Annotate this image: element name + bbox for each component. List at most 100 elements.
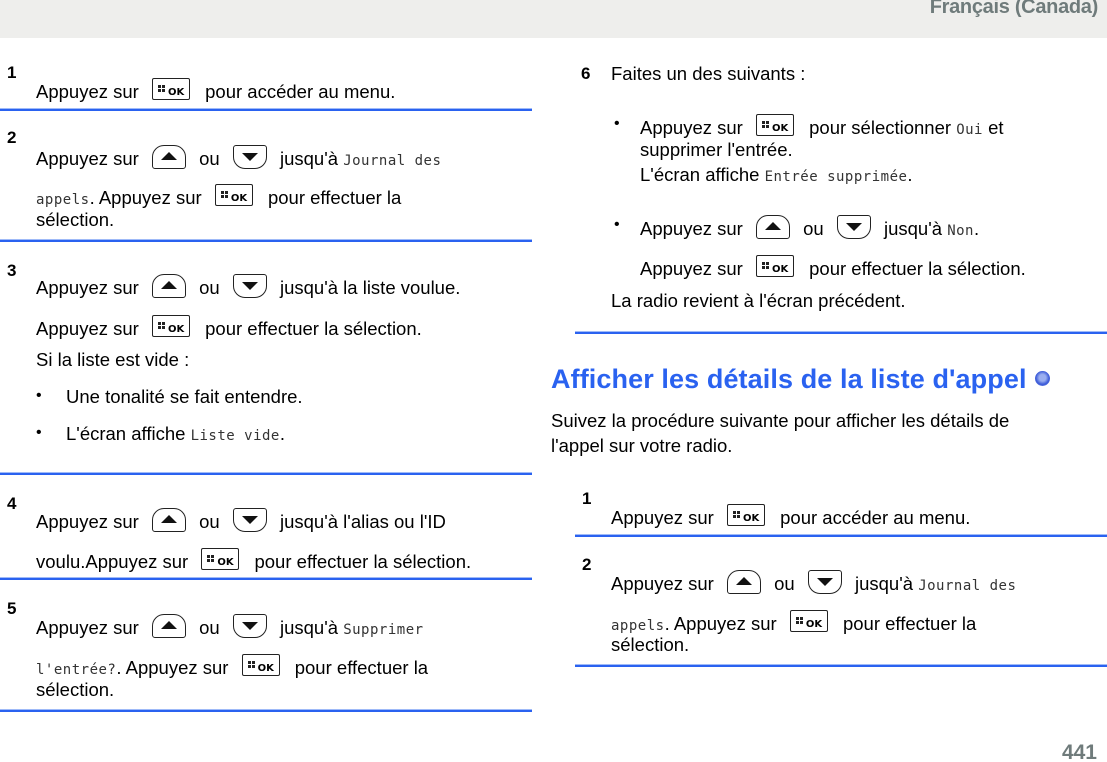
text: Appuyez sur — [36, 148, 139, 169]
step-divider — [575, 534, 1107, 537]
display-text: Oui — [956, 122, 983, 138]
text: ou — [199, 617, 220, 638]
text: . Appuyez sur — [89, 187, 202, 208]
step-text: Faites un des suivants : — [611, 63, 806, 84]
up-arrow-key-icon — [151, 614, 186, 638]
bullet-text: supprimer l'entrée. — [640, 139, 793, 160]
text: pour effectuer la sélection. — [809, 258, 1026, 279]
text: Appuyez sur — [640, 117, 743, 138]
bullet-icon: • — [36, 387, 42, 404]
display-text: Supprimer — [343, 622, 424, 638]
step-text: sélection. — [36, 209, 115, 230]
menu-ok-key-icon: OK — [755, 255, 794, 277]
up-arrow-key-icon — [726, 570, 761, 594]
text: . — [279, 423, 285, 444]
menu-ok-key-icon: OK — [201, 548, 240, 570]
text: ou — [199, 511, 220, 532]
step-text: Appuyez sur OK pour accéder au menu. — [611, 504, 970, 529]
ok-label: OK — [771, 123, 789, 134]
text: Appuyez sur — [36, 617, 139, 638]
text: Appuyez sur — [611, 573, 714, 594]
step-number: 5 — [7, 599, 17, 618]
step-text: voulu.Appuyez sur OK pour effectuer la s… — [36, 548, 471, 573]
ok-label: OK — [742, 513, 760, 524]
ok-label: OK — [230, 193, 248, 204]
text: pour effectuer la — [842, 613, 977, 634]
text: pour effectuer la sélection. — [205, 318, 422, 339]
menu-ok-key-icon: OK — [726, 504, 765, 526]
up-arrow-key-icon — [151, 145, 186, 169]
step-divider — [0, 709, 532, 712]
text: pour sélectionner — [809, 117, 952, 138]
section-intro: Suivez la procédure suivante pour affich… — [551, 410, 1010, 431]
step-number: 3 — [7, 261, 17, 280]
text: . — [907, 164, 913, 185]
step-text: Si la liste est vide : — [36, 349, 190, 370]
text: pour accéder au menu. — [205, 81, 396, 102]
down-arrow-key-icon — [807, 570, 842, 594]
text: ou — [199, 277, 220, 298]
header-language: Français (Canada) — [929, 0, 1099, 18]
display-text: Entrée supprimée — [764, 169, 908, 185]
menu-ok-key-icon: OK — [241, 654, 280, 676]
text: jusqu'à l'alias ou l'ID — [279, 511, 446, 532]
step-text: Appuyez sur ou jusqu'à Journal des — [36, 145, 441, 172]
section-title: Afficher les détails de la liste d'appel — [551, 364, 1050, 395]
bullet-text: Appuyez sur OK pour effectuer la sélecti… — [640, 255, 1026, 280]
section-title-text: Afficher les détails de la liste d'appel — [551, 364, 1027, 394]
text: . Appuyez sur — [116, 657, 229, 678]
text: jusqu'à — [883, 218, 943, 239]
down-arrow-key-icon — [232, 614, 267, 638]
step-divider — [0, 108, 532, 111]
display-text: appels — [611, 618, 665, 634]
text: et — [988, 117, 1004, 138]
step-text: sélection. — [611, 634, 690, 655]
ok-label: OK — [805, 619, 823, 630]
text: pour effectuer la sélection. — [254, 551, 472, 572]
bullet-text: L'écran affiche Liste vide. — [66, 423, 285, 447]
text: pour effectuer la — [267, 187, 402, 208]
bullet-text: Appuyez sur ou jusqu'à Non. — [640, 215, 979, 242]
step-number: 4 — [7, 494, 17, 513]
menu-ok-key-icon: OK — [151, 315, 190, 337]
menu-ok-key-icon: OK — [214, 184, 253, 206]
text: Appuyez sur — [36, 511, 139, 532]
down-arrow-key-icon — [232, 145, 267, 169]
text: pour effectuer la — [294, 657, 429, 678]
step-divider — [575, 331, 1107, 334]
step-text: Appuyez sur ou jusqu'à Journal des — [611, 570, 1016, 597]
step-number: 6 — [581, 64, 591, 83]
section-intro: l'appel sur votre radio. — [551, 435, 733, 456]
display-text: l'entrée? — [36, 662, 117, 678]
step-number: 2 — [7, 128, 17, 147]
step-text: appels. Appuyez sur OK pour effectuer la — [611, 610, 976, 637]
text: Appuyez sur — [640, 258, 743, 279]
text: Appuyez sur — [640, 218, 743, 239]
text: jusqu'à — [279, 617, 339, 638]
step-text: Appuyez sur ou jusqu'à la liste voulue. — [36, 274, 460, 299]
step-divider — [0, 239, 532, 242]
text: jusqu'à — [854, 573, 914, 594]
step-number: 1 — [582, 489, 592, 508]
step-text: sélection. — [36, 679, 115, 700]
step-divider — [0, 577, 532, 580]
text: pour accéder au menu. — [780, 507, 971, 528]
step-divider — [575, 664, 1107, 667]
page-number: 441 — [1061, 741, 1097, 762]
text: voulu.Appuyez sur — [36, 551, 189, 572]
display-text: appels — [36, 192, 90, 208]
display-text: Non — [947, 223, 974, 239]
step-text: appels. Appuyez sur OK pour effectuer la — [36, 184, 401, 211]
menu-ok-key-icon: OK — [789, 610, 828, 632]
bullet-icon: • — [614, 115, 620, 132]
step-number: 1 — [7, 63, 17, 82]
bullet-icon: • — [36, 424, 42, 441]
up-arrow-key-icon — [755, 215, 790, 239]
step-text: Appuyez sur ou jusqu'à Supprimer — [36, 614, 424, 641]
up-arrow-key-icon — [151, 274, 186, 298]
down-arrow-key-icon — [232, 508, 267, 532]
bullet-text: Une tonalité se fait entendre. — [66, 386, 303, 407]
step-number: 2 — [582, 555, 592, 574]
step-outcome: La radio revient à l'écran précédent. — [611, 290, 906, 311]
ok-label: OK — [167, 324, 185, 335]
